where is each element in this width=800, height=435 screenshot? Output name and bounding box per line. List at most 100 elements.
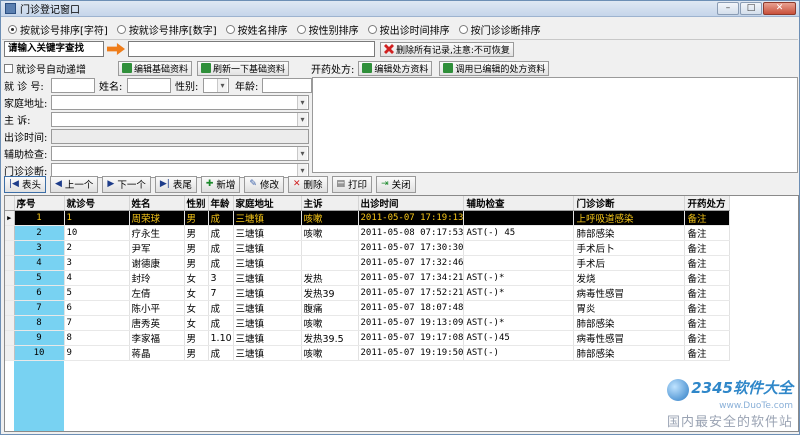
table-cell[interactable]: 手术后卜 <box>573 240 686 256</box>
table-cell[interactable]: 1.10 <box>208 330 234 346</box>
sort-by-diagnosis[interactable]: 按门诊诊断排序 <box>458 22 541 37</box>
table-cell[interactable]: 肺部感染 <box>573 225 686 241</box>
table-row[interactable]: 10 9 蒋晶男成三塘镇 咳嗽 2011-05-07 19:19:50 AST(-) 肺部感… <box>5 345 731 361</box>
table-cell[interactable]: 3 <box>14 240 65 256</box>
table-cell[interactable]: 成 <box>208 345 234 361</box>
table-cell[interactable]: 上呼吸道感染 <box>573 210 686 226</box>
table-cell[interactable]: 备注 <box>684 345 731 361</box>
table-row[interactable]: 3 2 尹军男成三塘镇 2011-05-07 17:30:30 手术后卜 备注 <box>5 240 731 256</box>
radio-icon[interactable] <box>458 24 468 34</box>
column-header[interactable]: 性别 <box>184 196 209 211</box>
age-field[interactable] <box>262 78 312 93</box>
table-cell[interactable]: 备注 <box>684 300 731 316</box>
delete-all-button[interactable]: 删除所有记录,注意:不可恢复 <box>380 41 514 57</box>
table-cell[interactable]: 封玲 <box>129 270 185 286</box>
table-cell[interactable]: 8 <box>14 315 65 331</box>
maximize-button[interactable]: □ <box>740 2 762 15</box>
first-record-button[interactable]: |◀ 表头 <box>4 175 46 193</box>
table-cell[interactable]: 三塘镇 <box>233 315 302 331</box>
table-cell[interactable]: 腹痛 <box>301 300 359 316</box>
table-row[interactable]: 8 7 唐秀英女成三塘镇 咳嗽 2011-05-07 19:13:09 AST(-)* 肺部… <box>5 315 731 331</box>
table-cell[interactable]: AST(-)* <box>463 270 575 286</box>
sort-by-visit-time[interactable]: 按出诊时间排序 <box>367 22 450 37</box>
table-cell[interactable]: 发热 <box>301 270 359 286</box>
aux-exam-select[interactable] <box>51 146 309 161</box>
table-cell[interactable]: 咳嗽 <box>301 345 359 361</box>
table-cell[interactable]: 7 <box>64 315 130 331</box>
table-cell[interactable]: 备注 <box>684 270 731 286</box>
table-cell[interactable]: 蒋晶 <box>129 345 185 361</box>
table-cell[interactable]: 2 <box>64 240 130 256</box>
table-cell[interactable]: AST(-)* <box>463 285 575 301</box>
table-cell[interactable]: AST(-)* <box>463 315 575 331</box>
table-cell[interactable]: 女 <box>184 315 209 331</box>
radio-icon[interactable] <box>8 24 17 34</box>
table-cell[interactable]: 三塘镇 <box>233 270 302 286</box>
sort-by-visit-no-text[interactable]: 按就诊号排序[字符] <box>8 22 108 37</box>
table-cell[interactable]: 发热39 <box>301 285 359 301</box>
table-cell[interactable]: 女 <box>184 300 209 316</box>
table-cell[interactable]: 成 <box>208 210 234 226</box>
column-header[interactable]: 门诊诊断 <box>573 196 686 211</box>
address-select[interactable] <box>51 95 309 110</box>
table-cell[interactable]: 男 <box>184 330 209 346</box>
use-prescription-button[interactable]: 调用已编辑的处方资料 <box>439 60 550 76</box>
column-header[interactable]: 姓名 <box>129 196 185 211</box>
table-cell[interactable]: 2011-05-07 17:19:13 <box>358 210 465 226</box>
add-record-button[interactable]: ✚ 新增 <box>200 175 241 193</box>
visit-no-field[interactable] <box>51 78 95 93</box>
table-cell[interactable] <box>463 255 575 271</box>
table-cell[interactable]: 女 <box>184 285 209 301</box>
table-cell[interactable]: 唐秀英 <box>129 315 185 331</box>
sort-by-visit-no-number[interactable]: 按就诊号排序[数字] <box>116 22 217 37</box>
column-header[interactable]: 年龄 <box>208 196 234 211</box>
auto-increment-checkbox[interactable] <box>4 63 13 73</box>
table-cell[interactable]: 5 <box>14 270 65 286</box>
table-cell[interactable]: 2011-05-07 17:32:46 <box>358 255 465 271</box>
minimize-button[interactable]: – <box>717 2 739 15</box>
table-cell[interactable]: 男 <box>184 255 209 271</box>
table-cell[interactable]: 成 <box>208 225 234 241</box>
table-row[interactable]: 6 5 左倩女 7 三塘镇 发热39 2011-05-07 17:52:21 AST(-)* 病… <box>5 285 731 301</box>
table-cell[interactable]: 成 <box>208 315 234 331</box>
table-cell[interactable]: 3 <box>208 270 234 286</box>
table-cell[interactable]: 2011-05-07 19:17:08 <box>358 330 465 346</box>
next-record-button[interactable]: ▶ 下一个 <box>102 175 151 193</box>
prev-record-button[interactable]: ◀ 上一个 <box>49 175 99 193</box>
column-header[interactable]: 主诉 <box>301 196 359 211</box>
table-cell[interactable]: 7 <box>14 300 65 316</box>
table-cell[interactable]: 男 <box>184 210 209 226</box>
table-cell[interactable]: 三塘镇 <box>233 225 302 241</box>
table-cell[interactable]: 男 <box>184 225 209 241</box>
table-cell[interactable]: 6 <box>64 300 130 316</box>
column-header[interactable]: 就诊号 <box>64 196 130 211</box>
table-cell[interactable]: 备注 <box>684 315 731 331</box>
table-cell[interactable]: 三塘镇 <box>233 300 302 316</box>
last-record-button[interactable]: ▶| 表尾 <box>154 175 197 193</box>
table-cell[interactable]: 疗永生 <box>129 225 185 241</box>
table-cell[interactable]: 1 <box>14 210 65 226</box>
table-cell[interactable]: 2011-05-07 17:34:21 <box>358 270 465 286</box>
table-cell[interactable]: 三塘镇 <box>233 345 302 361</box>
table-cell[interactable]: 10 <box>64 225 130 241</box>
column-header[interactable]: 辅助检查 <box>463 196 575 211</box>
table-cell[interactable]: 10 <box>14 345 65 361</box>
table-cell[interactable]: 2011-05-07 18:07:48 <box>358 300 465 316</box>
sort-by-name[interactable]: 按姓名排序 <box>225 22 288 37</box>
table-cell[interactable]: 2011-05-07 17:52:21 <box>358 285 465 301</box>
table-cell[interactable]: 陈小平 <box>129 300 185 316</box>
edit-record-button[interactable]: ✎ 修改 <box>244 175 284 193</box>
prescription-textarea[interactable] <box>312 77 798 173</box>
table-cell[interactable]: 李家福 <box>129 330 185 346</box>
edit-prescription-button[interactable]: 编辑处方资料 <box>358 60 433 76</box>
table-cell[interactable]: 谢德康 <box>129 255 185 271</box>
table-cell[interactable]: 4 <box>14 255 65 271</box>
table-cell[interactable]: 9 <box>14 330 65 346</box>
table-row[interactable]: 7 6 陈小平女成三塘镇 腹痛 2011-05-07 18:07:48 胃炎 备注 <box>5 300 731 316</box>
table-cell[interactable]: 备注 <box>684 285 731 301</box>
table-cell[interactable]: 肺部感染 <box>573 345 686 361</box>
column-header[interactable]: 序号 <box>14 196 65 211</box>
radio-icon[interactable] <box>225 24 235 34</box>
refresh-basic-data-button[interactable]: 刷新一下基础资料 <box>197 60 290 76</box>
table-cell[interactable]: AST(-) 45 <box>463 225 575 241</box>
